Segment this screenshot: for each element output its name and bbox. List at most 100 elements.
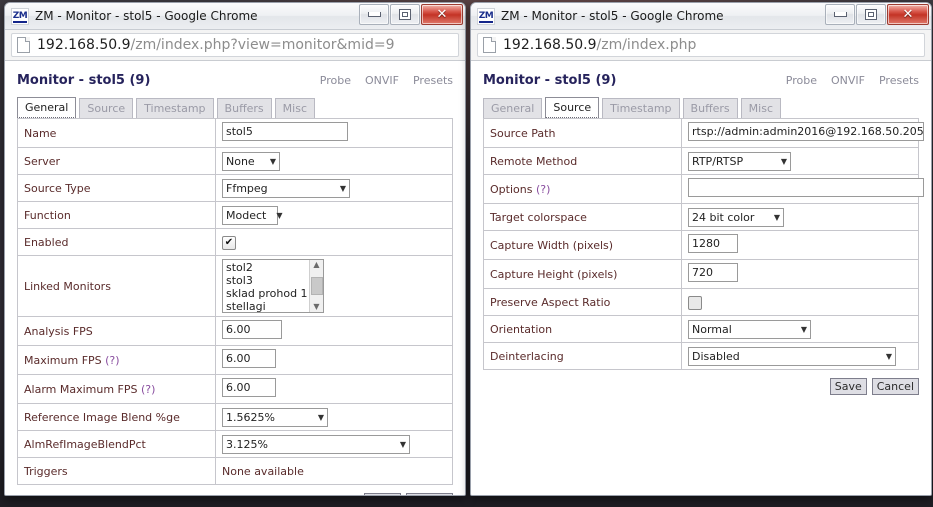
orientation-select[interactable]: Normal ▼	[688, 319, 811, 339]
row-label: Enabled	[17, 228, 216, 256]
favicon-label: ZM	[478, 10, 494, 21]
chevron-down-icon: ▼	[780, 156, 787, 166]
row-label: Target colorspace	[483, 203, 682, 231]
table-row: Function Modect ▼	[17, 201, 453, 229]
help-hint-icon[interactable]: (?)	[141, 383, 155, 396]
page-content: Monitor - stol5 (9) Probe ONVIF Presets …	[471, 61, 931, 495]
page-title: Monitor - stol5 (9)	[483, 73, 617, 88]
scrollbar-thumb[interactable]	[310, 277, 323, 295]
row-value: 6.00	[215, 345, 453, 375]
alm-ref-image-blend-select[interactable]: 3.125% ▼	[222, 434, 410, 454]
save-button[interactable]: Save	[363, 493, 401, 495]
enabled-checkbox[interactable]: ✔	[222, 235, 236, 250]
alarm-maximum-fps-input[interactable]: 6.00	[222, 378, 276, 397]
tab-bar[interactable]: General Source Timestamp Buffers Misc	[471, 88, 931, 118]
scroll-up-icon[interactable]: ▲	[313, 261, 319, 269]
reference-image-blend-select[interactable]: 1.5625% ▼	[222, 407, 328, 427]
row-label: Source Path	[483, 118, 682, 148]
list-item[interactable]: sklad prohod 1	[226, 287, 309, 300]
close-button[interactable]: ✕	[887, 4, 929, 25]
title-bar[interactable]: ZM ZM - Monitor - stol5 - Google Chrome …	[471, 3, 931, 30]
table-row: Reference Image Blend %ge 1.5625% ▼	[17, 403, 453, 431]
tab-misc[interactable]: Misc	[740, 98, 781, 118]
target-colorspace-select[interactable]: 24 bit color ▼	[688, 207, 784, 227]
header-links: Probe ONVIF Presets	[786, 74, 919, 87]
tab-misc[interactable]: Misc	[274, 98, 315, 118]
link-presets[interactable]: Presets	[879, 74, 919, 87]
scroll-down-icon[interactable]: ▼	[313, 303, 319, 311]
table-row: Capture Width (pixels) 1280	[483, 230, 919, 260]
deinterlacing-select[interactable]: Disabled ▼	[688, 346, 896, 366]
url-path: /zm/index.php?view=monitor&mid=9	[130, 37, 395, 53]
row-value: 1.5625% ▼	[215, 403, 453, 431]
tab-source[interactable]: Source	[79, 98, 134, 118]
row-label: Capture Width (pixels)	[483, 230, 682, 260]
row-value: ✔	[215, 228, 453, 256]
listbox-scrollbar[interactable]: ▲ ▼	[309, 260, 323, 312]
tab-buffers[interactable]: Buffers	[682, 98, 738, 118]
preserve-aspect-ratio-checkbox[interactable]: ✔	[688, 295, 702, 310]
save-button[interactable]: Save	[829, 378, 867, 395]
analysis-fps-input[interactable]: 6.00	[222, 320, 282, 339]
url-field[interactable]: 192.168.50.9/zm/index.php?view=monitor&m…	[11, 33, 459, 57]
window-controls: ✕	[358, 4, 463, 25]
linked-monitors-listbox[interactable]: stol2 stol3 sklad prohod 1 stellagi ▲ ▼	[222, 259, 324, 313]
cancel-button[interactable]: Cancel	[405, 493, 453, 495]
capture-width-input[interactable]: 1280	[688, 234, 738, 253]
window-controls: ✕	[824, 4, 929, 25]
help-hint-icon[interactable]: (?)	[536, 183, 550, 196]
tab-source[interactable]: Source	[545, 97, 600, 118]
maximum-fps-input[interactable]: 6.00	[222, 349, 276, 368]
url-field[interactable]: 192.168.50.9/zm/index.php	[477, 33, 925, 57]
list-item[interactable]: stol2	[226, 261, 309, 274]
help-hint-icon[interactable]: (?)	[105, 354, 119, 367]
window-title: ZM - Monitor - stol5 - Google Chrome	[35, 9, 258, 23]
link-presets[interactable]: Presets	[413, 74, 453, 87]
tab-general[interactable]: General	[17, 97, 77, 118]
address-bar[interactable]: 192.168.50.9/zm/index.php	[471, 30, 931, 61]
tab-buffers[interactable]: Buffers	[216, 98, 272, 118]
maximize-button[interactable]	[390, 4, 420, 25]
settings-table: Name stol5 Server None ▼ Source Type Ffmp…	[17, 118, 453, 485]
tab-general[interactable]: General	[483, 98, 543, 118]
row-label: Preserve Aspect Ratio	[483, 288, 682, 316]
function-select[interactable]: Modect ▼	[222, 205, 283, 225]
target-colorspace-value: 24 bit color	[692, 210, 755, 224]
browser-window-left[interactable]: ZM ZM - Monitor - stol5 - Google Chrome …	[4, 2, 466, 496]
link-probe[interactable]: Probe	[786, 74, 817, 87]
url-path: /zm/index.php	[596, 37, 697, 53]
table-row: Server None ▼	[17, 147, 453, 175]
triggers-value: None available	[222, 464, 304, 478]
link-probe[interactable]: Probe	[320, 74, 351, 87]
maximize-button[interactable]	[856, 4, 886, 25]
row-value: 3.125% ▼	[215, 430, 453, 458]
link-onvif[interactable]: ONVIF	[831, 74, 865, 87]
deinterlacing-value: Disabled	[692, 349, 740, 363]
cancel-button[interactable]: Cancel	[871, 378, 919, 395]
options-input[interactable]	[688, 178, 924, 197]
source-path-input[interactable]: rtsp://admin:admin2016@192.168.50.205/St	[688, 122, 924, 141]
tab-timestamp[interactable]: Timestamp	[136, 98, 214, 118]
row-value: None available	[215, 457, 453, 485]
close-button[interactable]: ✕	[421, 4, 463, 25]
row-label: Capture Height (pixels)	[483, 259, 682, 289]
capture-height-input[interactable]: 720	[688, 263, 738, 282]
address-bar[interactable]: 192.168.50.9/zm/index.php?view=monitor&m…	[5, 30, 465, 61]
source-type-select[interactable]: Ffmpeg ▼	[222, 178, 350, 198]
tab-bar[interactable]: General Source Timestamp Buffers Misc	[5, 88, 465, 118]
list-item[interactable]: stellagi	[226, 300, 309, 312]
remote-method-select[interactable]: RTP/RTSP ▼	[688, 151, 791, 171]
title-bar[interactable]: ZM ZM - Monitor - stol5 - Google Chrome …	[5, 3, 465, 30]
list-item[interactable]: stol3	[226, 274, 309, 287]
row-value: Modect ▼	[215, 201, 453, 229]
link-onvif[interactable]: ONVIF	[365, 74, 399, 87]
minimize-button[interactable]	[359, 4, 389, 25]
tab-timestamp[interactable]: Timestamp	[602, 98, 680, 118]
minimize-button[interactable]	[825, 4, 855, 25]
server-select[interactable]: None ▼	[222, 151, 280, 171]
browser-window-right[interactable]: ZM ZM - Monitor - stol5 - Google Chrome …	[470, 2, 932, 496]
orientation-value: Normal	[692, 322, 732, 336]
linked-monitors-list: stol2 stol3 sklad prohod 1 stellagi	[223, 260, 309, 312]
name-input[interactable]: stol5	[222, 122, 348, 141]
row-value: 6.00	[215, 316, 453, 346]
